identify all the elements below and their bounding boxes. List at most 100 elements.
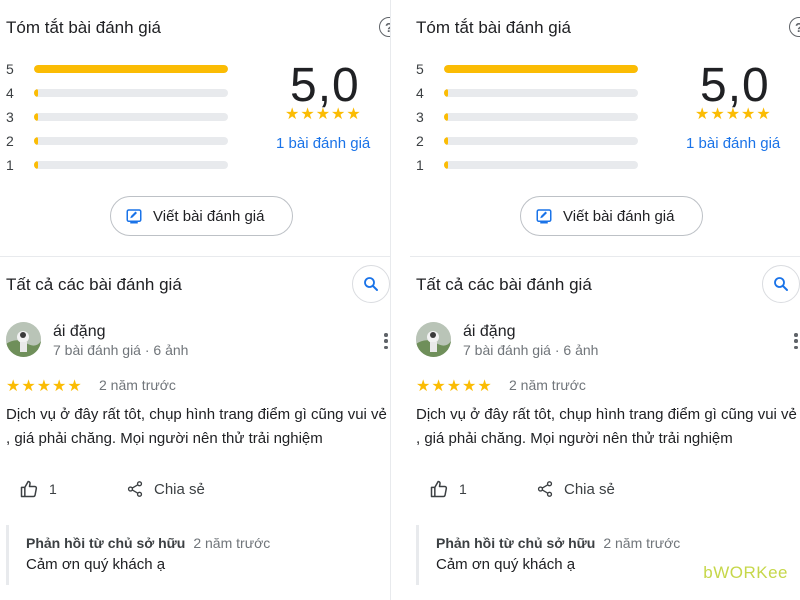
rating-bar-track xyxy=(444,161,638,169)
share-label: Chia sẻ xyxy=(154,480,205,498)
owner-reply-text: Cảm ơn quý khách ạ xyxy=(436,556,576,573)
write-review-label: Viết bài đánh giá xyxy=(153,207,265,225)
question-circle-icon[interactable]: ? xyxy=(379,17,390,37)
rating-bar-row: 5 xyxy=(6,61,236,77)
thumb-up-icon xyxy=(20,480,38,498)
review-stars: ★★★★★ xyxy=(416,378,493,395)
write-review-button[interactable]: Viết bài đánh giá xyxy=(110,196,293,236)
rating-bar-fill xyxy=(34,89,38,97)
thumb-up-icon xyxy=(430,480,448,498)
share-button[interactable]: Chia sẻ xyxy=(126,478,205,500)
all-reviews-title: Tất cả các bài đánh giá xyxy=(416,275,592,294)
share-icon xyxy=(127,481,143,497)
owner-reply-time: 2 năm trước xyxy=(603,535,681,551)
review-panel: Tóm tắt bài đánh giá ? 5 4 3 2 1 5,0 ★★★… xyxy=(0,0,390,600)
owner-reply-text: Cảm ơn quý khách ạ xyxy=(26,556,166,573)
review-count-link[interactable]: 1 bài đánh giá xyxy=(686,135,780,152)
more-vert-icon[interactable] xyxy=(793,333,799,349)
question-circle-icon[interactable]: ? xyxy=(789,17,800,37)
more-vert-icon[interactable] xyxy=(383,333,389,349)
search-icon xyxy=(364,277,378,291)
rating-bar-label: 2 xyxy=(6,133,14,149)
review-time: 2 năm trước xyxy=(99,377,176,393)
edit-review-icon xyxy=(535,207,553,225)
like-count: 1 xyxy=(49,481,57,497)
share-button[interactable]: Chia sẻ xyxy=(536,478,615,500)
rating-bar-fill xyxy=(444,161,448,169)
reviewer-meta: 7 bài đánh giá · 6 ảnh xyxy=(53,342,189,358)
review-text: Dịch vụ ở đây rất tôt, chụp hình trang đ… xyxy=(416,406,797,447)
rating-bar-track xyxy=(444,113,638,121)
rating-bar-row: 1 xyxy=(416,157,646,173)
rating-bar-fill xyxy=(444,65,638,73)
like-button[interactable]: 1 xyxy=(429,478,467,500)
rating-bar-track xyxy=(444,89,638,97)
rating-bar-track xyxy=(34,161,228,169)
rating-bar-label: 1 xyxy=(6,157,14,173)
owner-reply: Phản hồi từ chủ sở hữu 2 năm trước Cảm ơn… xyxy=(6,525,390,585)
rating-bar-track xyxy=(444,65,638,73)
review-panel-duplicate: Tóm tắt bài đánh giá ? 5 4 3 2 1 5,0 ★★★… xyxy=(410,0,800,600)
owner-reply-header: Phản hồi từ chủ sở hữu 2 năm trước xyxy=(436,535,680,551)
rating-bar-row: 1 xyxy=(6,157,236,173)
rating-bar-fill xyxy=(444,89,448,97)
rating-bar-track xyxy=(34,137,228,145)
average-stars: ★★★★★ xyxy=(695,106,772,123)
share-label: Chia sẻ xyxy=(564,480,615,498)
owner-reply-header: Phản hồi từ chủ sở hữu 2 năm trước xyxy=(26,535,270,551)
rating-bar-fill xyxy=(444,137,448,145)
rating-bar-fill xyxy=(444,113,448,121)
rating-bar-row: 3 xyxy=(416,109,646,125)
panel-divider xyxy=(390,0,391,600)
review-time: 2 năm trước xyxy=(509,377,586,393)
rating-bar-label: 5 xyxy=(416,61,424,77)
rating-bar-label: 1 xyxy=(416,157,424,173)
owner-reply-author: Phản hồi từ chủ sở hữu xyxy=(26,535,186,551)
rating-bar-fill xyxy=(34,113,38,121)
summary-title: Tóm tắt bài đánh giá xyxy=(6,18,161,37)
rating-bar-track xyxy=(34,113,228,121)
rating-bar-track xyxy=(34,89,228,97)
rating-bar-label: 4 xyxy=(6,85,14,101)
search-reviews-button[interactable] xyxy=(762,265,800,303)
write-review-label: Viết bài đánh giá xyxy=(563,207,675,225)
reviewer-name[interactable]: ái đặng xyxy=(463,323,516,341)
search-reviews-button[interactable] xyxy=(352,265,390,303)
like-count: 1 xyxy=(459,481,467,497)
section-divider xyxy=(410,256,800,257)
write-review-button[interactable]: Viết bài đánh giá xyxy=(520,196,703,236)
rating-bar-track xyxy=(34,65,228,73)
review-count-link[interactable]: 1 bài đánh giá xyxy=(276,135,370,152)
like-button[interactable]: 1 xyxy=(19,478,57,500)
rating-bar-row: 5 xyxy=(416,61,646,77)
rating-bar-row: 2 xyxy=(416,133,646,149)
rating-bar-fill xyxy=(34,161,38,169)
search-icon xyxy=(774,277,788,291)
rating-bar-track xyxy=(444,137,638,145)
summary-title: Tóm tắt bài đánh giá xyxy=(416,18,571,37)
review-stars: ★★★★★ xyxy=(6,378,83,395)
rating-bar-label: 3 xyxy=(416,109,424,125)
rating-bar-row: 4 xyxy=(6,85,236,101)
review-text: Dịch vụ ở đây rất tôt, chụp hình trang đ… xyxy=(6,406,387,447)
all-reviews-title: Tất cả các bài đánh giá xyxy=(6,275,182,294)
edit-review-icon xyxy=(125,207,143,225)
owner-reply-time: 2 năm trước xyxy=(193,535,271,551)
rating-bar-label: 4 xyxy=(416,85,424,101)
rating-bar-label: 2 xyxy=(416,133,424,149)
rating-bar-label: 5 xyxy=(6,61,14,77)
reviewer-meta: 7 bài đánh giá · 6 ảnh xyxy=(463,342,599,358)
rating-bar-fill xyxy=(34,65,228,73)
section-divider xyxy=(0,256,390,257)
rating-bar-fill xyxy=(34,137,38,145)
rating-bar-row: 3 xyxy=(6,109,236,125)
owner-reply-author: Phản hồi từ chủ sở hữu xyxy=(436,535,596,551)
avatar[interactable] xyxy=(6,322,41,357)
average-stars: ★★★★★ xyxy=(285,106,362,123)
share-icon xyxy=(537,481,553,497)
rating-bar-row: 2 xyxy=(6,133,236,149)
rating-bar-row: 4 xyxy=(416,85,646,101)
reviewer-name[interactable]: ái đặng xyxy=(53,323,106,341)
watermark-logo: bWORKee xyxy=(703,563,788,582)
avatar[interactable] xyxy=(416,322,451,357)
